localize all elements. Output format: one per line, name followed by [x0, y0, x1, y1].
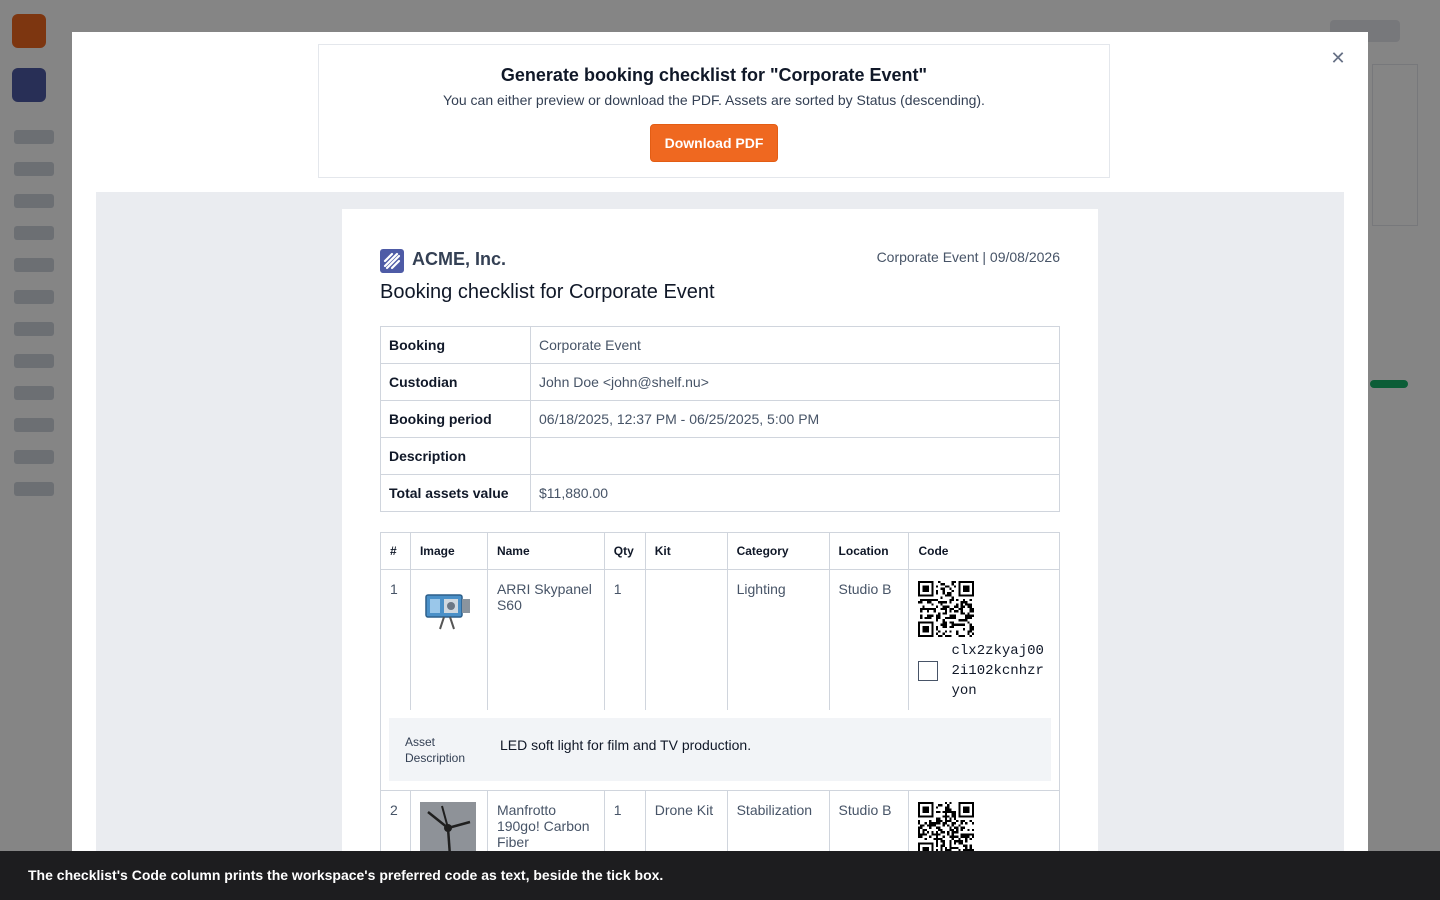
asset-description: LED soft light for film and TV productio… — [500, 737, 752, 753]
asset-code: clx2zkyaj002i102kcnhzryon — [951, 643, 1044, 699]
pdf-page: ACME, Inc. Corporate Event | 09/08/2026 … — [342, 209, 1098, 900]
asset-image-light-icon — [425, 594, 470, 630]
org-name: ACME, Inc. — [412, 249, 507, 269]
info-value: $11,880.00 — [530, 474, 1060, 512]
checklist-checkbox[interactable] — [918, 661, 939, 681]
asset-location: Studio B — [828, 569, 910, 710]
qr-code-icon — [918, 802, 975, 858]
info-row: Booking Corporate Event — [380, 326, 1060, 364]
column-header: Qty — [603, 532, 646, 570]
booking-info-table: Booking Corporate Event Custodian John Doe… — [380, 326, 1060, 512]
asset-name: ARRI Skypanel S60 — [486, 569, 605, 710]
info-value: 06/18/2025, 12:37 PM - 06/25/2025, 5:00 … — [530, 400, 1060, 438]
column-header: Code — [908, 532, 1060, 570]
modal-subtitle: You can either preview or download the P… — [443, 92, 985, 108]
info-value: John Doe <john@shelf.nu> — [530, 363, 1060, 401]
asset-description-box: Asset Description LED soft light for fil… — [389, 718, 1051, 781]
column-header: Name — [486, 532, 605, 570]
info-row: Description — [380, 437, 1060, 475]
close-icon[interactable]: ✕ — [1326, 46, 1350, 70]
info-label: Description — [380, 437, 531, 475]
column-header: Location — [828, 532, 910, 570]
asset-kit — [644, 569, 728, 710]
download-pdf-button[interactable]: Download PDF — [649, 124, 779, 162]
info-value: Corporate Event — [530, 326, 1060, 364]
asset-image-cell — [409, 569, 488, 710]
table-row: 1 ARRI Skypanel S60 1 Lighting Studio B … — [380, 569, 1060, 710]
asset-image-tripod-icon — [419, 802, 476, 858]
info-value — [530, 437, 1060, 475]
modal-header: Generate booking checklist for "Corporat… — [318, 44, 1110, 178]
assets-table: # Image Name Qty Kit Category Location C… — [380, 532, 1060, 900]
column-header: Image — [409, 532, 488, 570]
info-row: Total assets value $11,880.00 — [380, 474, 1060, 512]
modal-title: Generate booking checklist for "Corporat… — [500, 65, 928, 85]
info-label: Booking — [380, 326, 531, 364]
asset-code-cell: clx2zkyaj002i102kcnhzryon — [908, 569, 1060, 710]
info-label: Custodian — [380, 363, 531, 401]
asset-qty: 1 — [603, 569, 646, 710]
qr-code-icon — [918, 581, 975, 637]
org-logo-icon — [380, 249, 404, 273]
column-header: # — [380, 532, 411, 570]
info-label: Total assets value — [380, 474, 531, 512]
checklist-modal: ✕ Generate booking checklist for "Corpor… — [72, 32, 1368, 900]
row-number: 1 — [380, 569, 411, 710]
asset-description-label: Asset Description — [405, 735, 466, 765]
column-header: Category — [726, 532, 830, 570]
asset-category: Lighting — [726, 569, 830, 710]
info-row: Booking period 06/18/2025, 12:37 PM - 06/… — [380, 400, 1060, 438]
booking-meta: Corporate Event | 09/08/2026 — [876, 249, 1060, 265]
document-title: Booking checklist for Corporate Event — [380, 281, 715, 303]
pdf-preview[interactable]: ACME, Inc. Corporate Event | 09/08/2026 … — [96, 192, 1344, 900]
document-header: ACME, Inc. Corporate Event | 09/08/2026 — [380, 247, 1060, 275]
info-row: Custodian John Doe <john@shelf.nu> — [380, 363, 1060, 401]
info-label: Booking period — [380, 400, 531, 438]
description-row: Asset Description LED soft light for fil… — [380, 710, 1060, 791]
column-header: Kit — [644, 532, 728, 570]
table-header-row: # Image Name Qty Kit Category Location C… — [380, 532, 1060, 570]
toast-message: The checklist's Code column prints the w… — [0, 851, 1440, 900]
